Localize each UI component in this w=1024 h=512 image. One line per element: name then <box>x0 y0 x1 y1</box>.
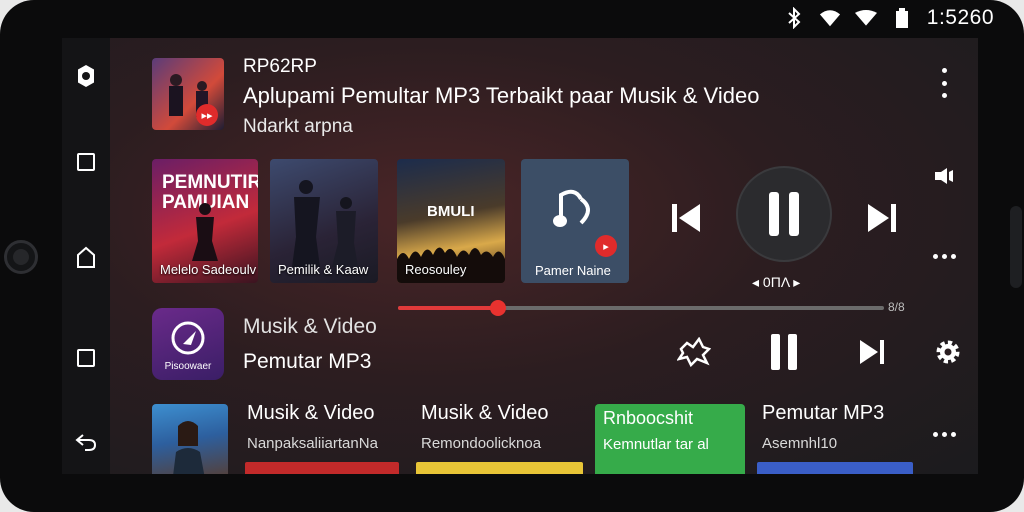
bottom-card-2[interactable]: Musik & Video Remondoolicknoa <box>421 402 548 452</box>
battery-icon <box>891 7 913 29</box>
bottom-card-1-title: Musik & Video <box>247 402 375 424</box>
nav-rail <box>62 38 110 474</box>
bottom-card-1-sub: NanpaksaliiartanNa <box>247 435 378 452</box>
cast-icon[interactable] <box>932 164 956 188</box>
bottom-card-4-strip <box>757 462 913 474</box>
card-4-label: Pamer Naine <box>535 263 611 278</box>
wifi-icon <box>819 7 841 29</box>
album-card-2[interactable]: Pemilik & Kaaw <box>270 159 378 283</box>
album-card-1[interactable]: PEMNUTIR PAMUIAN Melelo Sadeoulv <box>152 159 258 283</box>
bottom-card-1[interactable]: Musik & Video NanpaksaliiartanNa <box>247 402 378 452</box>
gear-icon[interactable] <box>930 334 966 370</box>
album-card-3[interactable]: BMULI Reosouley <box>397 159 505 283</box>
pause-button-main[interactable] <box>738 168 830 260</box>
music-note-icon <box>553 189 590 227</box>
bottom-thumb[interactable] <box>152 404 228 474</box>
more-vert-icon[interactable] <box>934 68 954 98</box>
status-bar: 1:5260 <box>783 4 994 32</box>
album-art[interactable]: ▸▸ <box>152 58 224 130</box>
side-button[interactable] <box>1010 206 1022 288</box>
shuffle-icon[interactable] <box>674 332 714 372</box>
card-3-label: Reosouley <box>405 262 467 277</box>
bottom-card-2-strip <box>416 462 583 474</box>
card-2-label: Pemilik & Kaaw <box>278 262 369 277</box>
bottom-card-2-sub: Remondoolicknoa <box>421 435 542 452</box>
artist-name: Ndarkt arpna <box>243 116 353 137</box>
skip-next-icon[interactable] <box>854 334 890 370</box>
next-button[interactable] <box>862 198 902 238</box>
page-title: Aplupami Pemultar MP3 Terbaikt paar Musi… <box>243 83 760 108</box>
card-3-art-text: BMULI <box>427 203 475 220</box>
seek-bar[interactable] <box>398 300 884 316</box>
bottom-card-4-title: Pemutar MP3 <box>762 402 885 424</box>
bottom-card-2-title: Musik & Video <box>421 402 549 424</box>
previous-button[interactable] <box>666 198 706 238</box>
pause-button[interactable] <box>764 332 804 372</box>
more-horiz-icon[interactable] <box>932 424 956 444</box>
screen: ▸▸ RP62RP Aplupami Pemultar MP3 Terbaikt… <box>62 38 978 474</box>
play-badge-icon: ▸ <box>595 235 617 257</box>
bluetooth-icon <box>783 7 805 29</box>
clock: 1:5260 <box>926 6 994 29</box>
more-horiz-icon[interactable] <box>932 246 956 266</box>
phone-frame: 1:5260 ▸▸ RP62RP Aplupami Pemultar MP3 T… <box>0 0 1024 512</box>
signal-icon <box>854 7 877 29</box>
settings-icon[interactable] <box>74 64 98 88</box>
app-icon[interactable]: Pisoowaer <box>152 308 224 380</box>
header-subtitle: RP62RP <box>243 56 317 77</box>
card-1-label: Melelo Sadeoulv <box>160 262 257 277</box>
seek-bar-fill <box>398 306 498 310</box>
elapsed-time: ◂ 0ΠΛ ▸ <box>752 274 801 290</box>
bottom-card-3[interactable]: Rnboocshit Kemnutlar tar al <box>595 404 745 474</box>
app-line-1: Musik & Video <box>243 315 377 338</box>
bottom-card-3-title: Rnboocshit <box>603 408 694 428</box>
front-camera <box>4 240 38 274</box>
bottom-card-1-strip <box>245 462 399 474</box>
app-line-2: Pemutar MP3 <box>243 350 372 373</box>
play-badge-icon: ▸▸ <box>196 104 218 126</box>
app-icon-label: Pisoowaer <box>164 361 212 372</box>
seek-bar-thumb[interactable] <box>489 300 506 316</box>
bottom-card-4[interactable]: Pemutar MP3 Asemnhl10 <box>762 402 884 452</box>
duration: 8/8 <box>888 300 905 314</box>
now-playing-header: ▸▸ RP62RP Aplupami Pemultar MP3 Terbaikt… <box>152 56 972 137</box>
square-icon[interactable] <box>74 150 98 174</box>
back-icon[interactable] <box>74 430 98 454</box>
recents-icon[interactable] <box>74 346 98 370</box>
bottom-card-4-sub: Asemnhl10 <box>762 435 838 452</box>
home-icon[interactable] <box>74 246 98 270</box>
bottom-card-3-sub: Kemnutlar tar al <box>603 436 709 453</box>
